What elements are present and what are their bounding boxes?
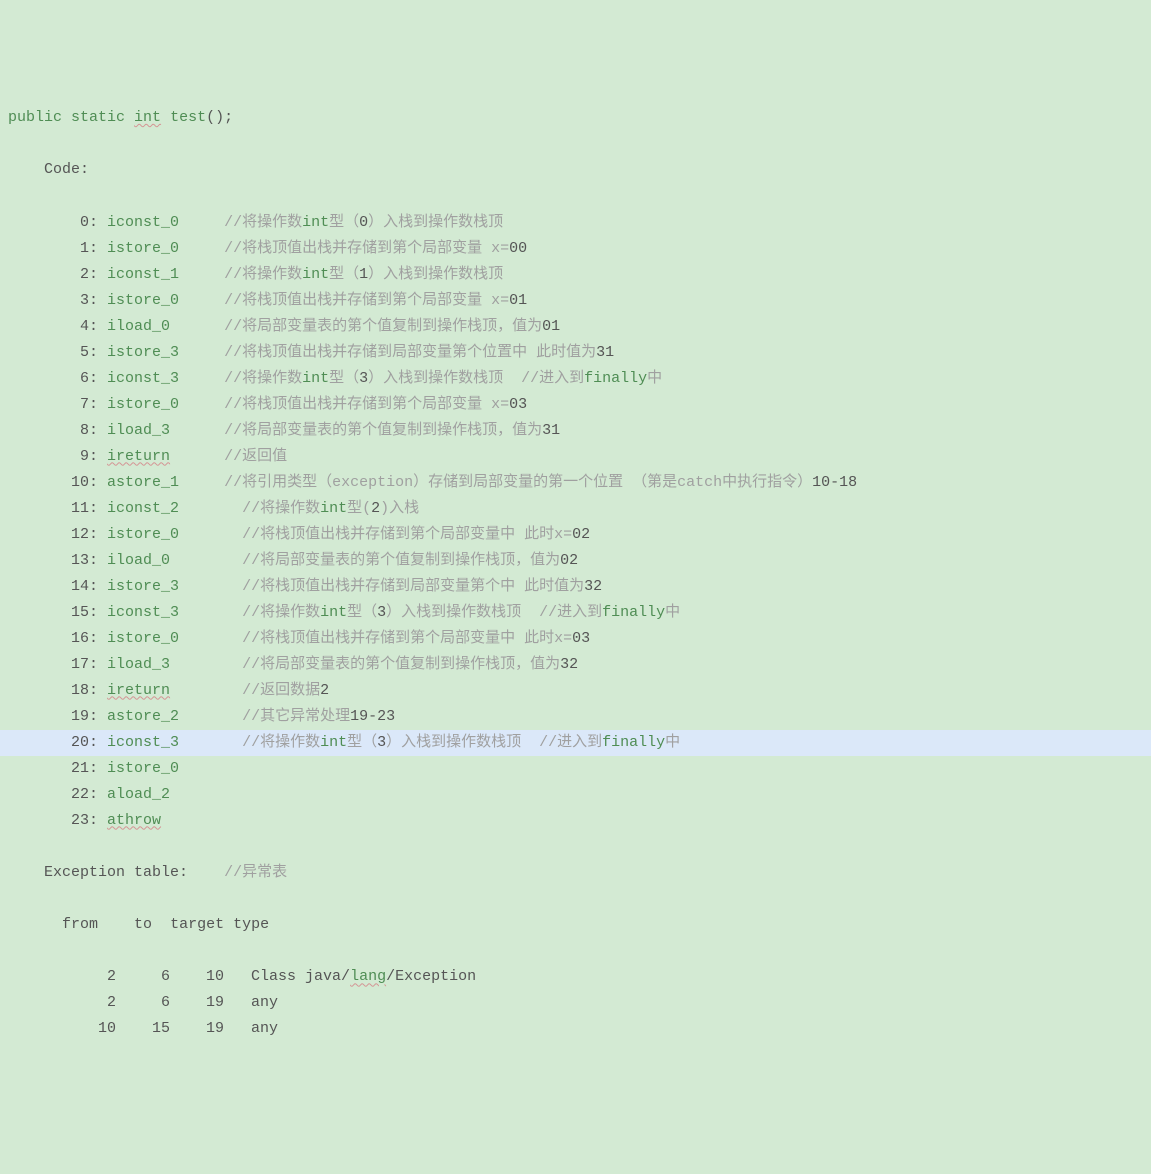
bytecode-line: 10: astore_1 //将引用类型（exception）存储到局部变量的第… bbox=[8, 470, 1143, 496]
bytecode-line: 11: iconst_2 //将操作数int型(2)入栈 bbox=[8, 496, 1143, 522]
comment: //将栈顶值出栈并存储到第个局部变量 x=01 bbox=[224, 292, 527, 309]
opcode: ireturn bbox=[107, 682, 170, 699]
bytecode-line: 21: istore_0 bbox=[8, 756, 1143, 782]
bytecode-line: 22: aload_2 bbox=[8, 782, 1143, 808]
opcode: istore_0 bbox=[107, 760, 179, 777]
comment: //将栈顶值出栈并存储到第个局部变量 x=00 bbox=[224, 240, 527, 257]
bytecode-line: 8: iload_3 //将局部变量表的第个值复制到操作栈顶，值为31 bbox=[8, 418, 1143, 444]
opcode: iconst_3 bbox=[107, 734, 179, 751]
opcode: iconst_0 bbox=[107, 214, 179, 231]
bytecode-line: 6: iconst_3 //将操作数int型（3）入栈到操作数栈顶 //进入到f… bbox=[8, 366, 1143, 392]
opcode: iconst_1 bbox=[107, 266, 179, 283]
bytecode-line: 2: iconst_1 //将操作数int型（1）入栈到操作数栈顶 bbox=[8, 262, 1143, 288]
bytecode-line: 23: athrow bbox=[8, 808, 1143, 834]
exception-row: 10 15 19 any bbox=[8, 1016, 1143, 1042]
opcode: istore_0 bbox=[107, 240, 179, 257]
comment: //将局部变量表的第个值复制到操作栈顶，值为02 bbox=[242, 552, 578, 569]
bytecode-line: 19: astore_2 //其它异常处理19-23 bbox=[8, 704, 1143, 730]
comment: //将操作数int型（0）入栈到操作数栈顶 bbox=[224, 214, 503, 231]
return-type: int bbox=[134, 109, 161, 126]
code-block: public static int test(); Code: 0: icons… bbox=[0, 79, 1151, 1069]
opcode: iconst_2 bbox=[107, 500, 179, 517]
bytecode-line: 20: iconst_3 //将操作数int型（3）入栈到操作数栈顶 //进入到… bbox=[0, 730, 1151, 756]
opcode: astore_1 bbox=[107, 474, 179, 491]
paren: (); bbox=[206, 109, 233, 126]
exception-row: 2 6 10 Class java/lang/Exception bbox=[8, 964, 1143, 990]
bytecode-line: 4: iload_0 //将局部变量表的第个值复制到操作栈顶，值为01 bbox=[8, 314, 1143, 340]
exception-table-header: Exception table: //异常表 bbox=[8, 860, 1143, 886]
exception-row: 2 6 19 any bbox=[8, 990, 1143, 1016]
modifiers: public static bbox=[8, 109, 125, 126]
bytecode-line: 18: ireturn //返回数据2 bbox=[8, 678, 1143, 704]
comment: //将操作数int型(2)入栈 bbox=[242, 500, 419, 517]
comment: //将操作数int型（1）入栈到操作数栈顶 bbox=[224, 266, 503, 283]
comment: //将栈顶值出栈并存储到第个局部变量 x=03 bbox=[224, 396, 527, 413]
bytecode-line: 7: istore_0 //将栈顶值出栈并存储到第个局部变量 x=03 bbox=[8, 392, 1143, 418]
comment: //将局部变量表的第个值复制到操作栈顶，值为31 bbox=[224, 422, 560, 439]
comment: //其它异常处理19-23 bbox=[242, 708, 395, 725]
opcode: aload_2 bbox=[107, 786, 170, 803]
comment: //将栈顶值出栈并存储到局部变量第个位置中 此时值为31 bbox=[224, 344, 614, 361]
bytecode-line: 14: istore_3 //将栈顶值出栈并存储到局部变量第个中 此时值为32 bbox=[8, 574, 1143, 600]
comment: //将局部变量表的第个值复制到操作栈顶，值为32 bbox=[242, 656, 578, 673]
opcode: iload_3 bbox=[107, 422, 170, 439]
bytecode-line: 0: iconst_0 //将操作数int型（0）入栈到操作数栈顶 bbox=[8, 210, 1143, 236]
exception-table-columns: from to target type bbox=[8, 912, 1143, 938]
opcode: iload_3 bbox=[107, 656, 170, 673]
comment: //将操作数int型（3）入栈到操作数栈顶 //进入到finally中 bbox=[242, 604, 680, 621]
opcode: ireturn bbox=[107, 448, 170, 465]
comment: //将栈顶值出栈并存储到局部变量第个中 此时值为32 bbox=[242, 578, 602, 595]
bytecode-line: 15: iconst_3 //将操作数int型（3）入栈到操作数栈顶 //进入到… bbox=[8, 600, 1143, 626]
bytecode-line: 1: istore_0 //将栈顶值出栈并存储到第个局部变量 x=00 bbox=[8, 236, 1143, 262]
method-name: test bbox=[170, 109, 206, 126]
bytecode-line: 16: istore_0 //将栈顶值出栈并存储到第个局部变量中 此时x=03 bbox=[8, 626, 1143, 652]
opcode: iload_0 bbox=[107, 552, 170, 569]
comment: //将局部变量表的第个值复制到操作栈顶，值为01 bbox=[224, 318, 560, 335]
bytecode-line: 17: iload_3 //将局部变量表的第个值复制到操作栈顶，值为32 bbox=[8, 652, 1143, 678]
bytecode-line: 12: istore_0 //将栈顶值出栈并存储到第个局部变量中 此时x=02 bbox=[8, 522, 1143, 548]
opcode: istore_0 bbox=[107, 526, 179, 543]
opcode: athrow bbox=[107, 812, 161, 829]
comment: //将引用类型（exception）存储到局部变量的第一个位置 （第是catch… bbox=[224, 474, 857, 491]
exception-comment: //异常表 bbox=[224, 864, 287, 881]
bytecode-line: 9: ireturn //返回值 bbox=[8, 444, 1143, 470]
opcode: iload_0 bbox=[107, 318, 170, 335]
method-signature: public static int test(); bbox=[8, 105, 1143, 131]
comment: //将栈顶值出栈并存储到第个局部变量中 此时x=02 bbox=[242, 526, 590, 543]
opcode: istore_0 bbox=[107, 292, 179, 309]
comment: //返回值 bbox=[224, 448, 287, 465]
opcode: istore_0 bbox=[107, 396, 179, 413]
comment: //将操作数int型（3）入栈到操作数栈顶 //进入到finally中 bbox=[242, 734, 680, 751]
opcode: astore_2 bbox=[107, 708, 179, 725]
code-label: Code: bbox=[8, 157, 1143, 183]
bytecode-line: 13: iload_0 //将局部变量表的第个值复制到操作栈顶，值为02 bbox=[8, 548, 1143, 574]
comment: //将操作数int型（3）入栈到操作数栈顶 //进入到finally中 bbox=[224, 370, 662, 387]
opcode: istore_3 bbox=[107, 578, 179, 595]
opcode: iconst_3 bbox=[107, 370, 179, 387]
opcode: istore_0 bbox=[107, 630, 179, 647]
opcode: iconst_3 bbox=[107, 604, 179, 621]
bytecode-line: 5: istore_3 //将栈顶值出栈并存储到局部变量第个位置中 此时值为31 bbox=[8, 340, 1143, 366]
bytecode-line: 3: istore_0 //将栈顶值出栈并存储到第个局部变量 x=01 bbox=[8, 288, 1143, 314]
comment: //返回数据2 bbox=[242, 682, 329, 699]
opcode: istore_3 bbox=[107, 344, 179, 361]
comment: //将栈顶值出栈并存储到第个局部变量中 此时x=03 bbox=[242, 630, 590, 647]
